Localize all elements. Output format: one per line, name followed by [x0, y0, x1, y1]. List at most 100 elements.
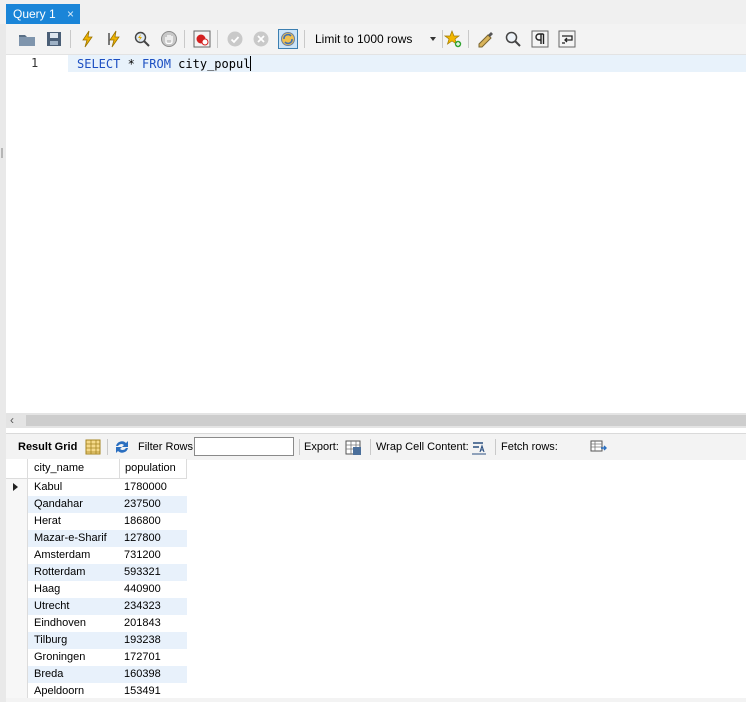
cell-city-name[interactable]: Groningen [28, 649, 120, 666]
filter-rows-label: Filter Rows: [138, 441, 197, 453]
cell-population[interactable]: 186800 [120, 513, 187, 530]
sql-text: * [120, 57, 143, 71]
autocommit-icon[interactable] [278, 29, 298, 49]
result-grid-tab[interactable]: Result Grid [18, 441, 77, 453]
line-number: 1 [31, 56, 39, 70]
line-gutter: 1 [6, 55, 68, 413]
wrap-cell-toggle-icon[interactable] [470, 438, 488, 456]
bookmark-add-icon[interactable] [443, 29, 463, 49]
row-marker[interactable] [6, 513, 28, 530]
sql-text: city_popul [170, 57, 251, 71]
grid-view-icon[interactable] [84, 438, 102, 456]
editor-horizontal-scrollbar[interactable]: ‹ [6, 413, 746, 428]
cell-population[interactable]: 201843 [120, 615, 187, 632]
table-row[interactable]: Herat 186800 [6, 513, 187, 530]
table-row[interactable]: Tilburg 193238 [6, 632, 187, 649]
code-line[interactable]: SELECT * FROM city_popul [77, 56, 252, 71]
cell-city-name[interactable]: Haag [28, 581, 120, 598]
table-row[interactable]: Utrecht 234323 [6, 598, 187, 615]
row-marker[interactable] [6, 530, 28, 547]
row-marker[interactable] [6, 649, 28, 666]
row-marker[interactable] [6, 496, 28, 513]
row-marker[interactable] [6, 615, 28, 632]
column-header-city-name[interactable]: city_name [28, 459, 120, 479]
execute-current-icon[interactable] [105, 29, 125, 49]
row-marker[interactable] [6, 581, 28, 598]
execute-icon[interactable] [78, 29, 98, 49]
splitter-grip[interactable] [1, 148, 3, 158]
cell-population[interactable]: 1780000 [120, 479, 187, 496]
wrap-cell-label: Wrap Cell Content: [376, 441, 469, 453]
cell-city-name[interactable]: Amsterdam [28, 547, 120, 564]
result-toolbar: Result Grid Filter Rows: Export: Wrap Ce… [6, 433, 746, 460]
commit-icon[interactable] [225, 29, 245, 49]
grid-bottom-scrollbar[interactable] [6, 698, 746, 702]
cell-population[interactable]: 193238 [120, 632, 187, 649]
table-row[interactable]: Qandahar 237500 [6, 496, 187, 513]
column-header-population[interactable]: population [120, 459, 187, 479]
row-marker[interactable] [6, 666, 28, 683]
sql-keyword: SELECT [77, 57, 121, 71]
tab-query-1[interactable]: Query 1 × [6, 4, 80, 24]
invisible-chars-icon[interactable] [530, 29, 550, 49]
cell-city-name[interactable]: Kabul [28, 479, 120, 496]
cell-population[interactable]: 234323 [120, 598, 187, 615]
cell-population[interactable]: 593321 [120, 564, 187, 581]
cell-city-name[interactable]: Qandahar [28, 496, 120, 513]
cell-population[interactable]: 127800 [120, 530, 187, 547]
text-caret [250, 56, 252, 71]
sql-keyword: FROM [142, 57, 171, 71]
cell-city-name[interactable]: Breda [28, 666, 120, 683]
cell-city-name[interactable]: Utrecht [28, 598, 120, 615]
cell-population[interactable]: 731200 [120, 547, 187, 564]
grid-corner[interactable] [6, 459, 28, 479]
current-row-marker[interactable] [6, 479, 28, 496]
tab-strip: Query 1 × [0, 0, 746, 24]
table-row[interactable]: Breda 160398 [6, 666, 187, 683]
table-row[interactable]: Groningen 172701 [6, 649, 187, 666]
word-wrap-icon[interactable] [557, 29, 577, 49]
row-marker[interactable] [6, 632, 28, 649]
close-icon[interactable]: × [67, 7, 74, 21]
beautify-icon[interactable] [476, 29, 496, 49]
cell-population[interactable]: 172701 [120, 649, 187, 666]
sql-toolbar: Limit to 1000 rows [6, 24, 746, 55]
table-row[interactable]: Rotterdam 593321 [6, 564, 187, 581]
table-row[interactable]: Haag 440900 [6, 581, 187, 598]
save-icon[interactable] [44, 29, 64, 49]
toggle-error-icon[interactable] [192, 29, 212, 49]
limit-rows-select[interactable]: Limit to 1000 rows [309, 29, 440, 49]
cell-population[interactable]: 440900 [120, 581, 187, 598]
table-row[interactable]: Mazar-e-Sharif 127800 [6, 530, 187, 547]
rollback-icon[interactable] [251, 29, 271, 49]
cell-population[interactable]: 237500 [120, 496, 187, 513]
tab-label: Query 1 [13, 7, 56, 21]
export-icon[interactable] [344, 438, 362, 456]
filter-rows-input[interactable] [194, 437, 294, 456]
find-icon[interactable] [503, 29, 523, 49]
row-marker[interactable] [6, 598, 28, 615]
cell-city-name[interactable]: Mazar-e-Sharif [28, 530, 120, 547]
limit-rows-value: Limit to 1000 rows [315, 32, 413, 46]
chevron-down-icon [430, 37, 436, 41]
table-row[interactable]: Kabul 1780000 [6, 479, 187, 496]
refresh-icon[interactable] [113, 438, 131, 456]
export-label: Export: [304, 441, 339, 453]
fetch-rows-label: Fetch rows: [501, 441, 558, 453]
fetch-next-icon[interactable] [590, 438, 608, 456]
row-marker[interactable] [6, 547, 28, 564]
table-row[interactable]: Eindhoven 201843 [6, 615, 187, 632]
stop-icon[interactable] [159, 29, 179, 49]
scroll-left-arrow-icon[interactable]: ‹ [10, 413, 14, 428]
table-row[interactable]: Amsterdam 731200 [6, 547, 187, 564]
open-folder-icon[interactable] [17, 29, 37, 49]
sql-editor[interactable]: 1 SELECT * FROM city_popul [6, 55, 746, 413]
cell-city-name[interactable]: Herat [28, 513, 120, 530]
row-marker[interactable] [6, 564, 28, 581]
cell-population[interactable]: 160398 [120, 666, 187, 683]
scrollbar-thumb[interactable] [26, 415, 746, 426]
explain-icon[interactable] [132, 29, 152, 49]
cell-city-name[interactable]: Tilburg [28, 632, 120, 649]
cell-city-name[interactable]: Rotterdam [28, 564, 120, 581]
cell-city-name[interactable]: Eindhoven [28, 615, 120, 632]
